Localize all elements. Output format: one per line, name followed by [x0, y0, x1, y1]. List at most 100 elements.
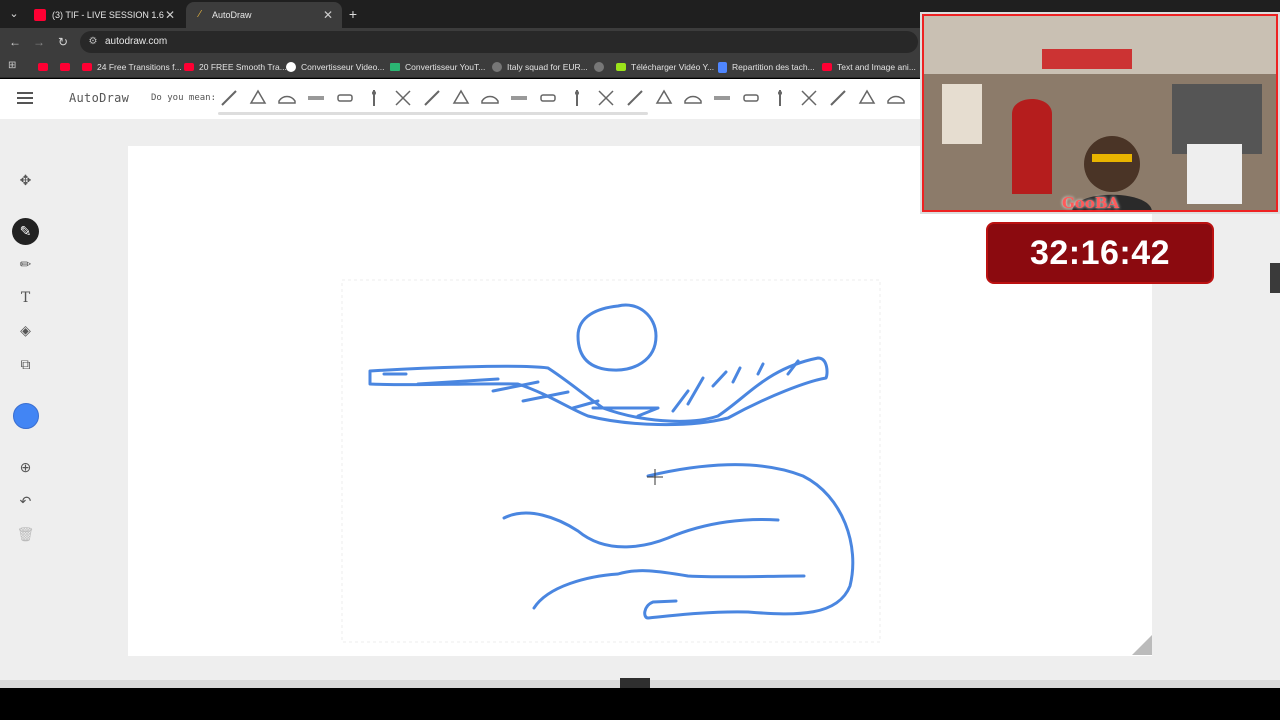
bookmark-item[interactable]: Italy squad for EUR...	[492, 59, 588, 75]
screen: ⌄ (3) TIF - LIVE SESSION 1.6 - You ✕ ⁄ A…	[0, 0, 1280, 720]
download-icon	[616, 63, 626, 71]
address-bar[interactable]: ⚙ autodraw.com	[80, 31, 918, 53]
tab-title: (3) TIF - LIVE SESSION 1.6 - You	[52, 10, 164, 20]
suggestion-item[interactable]	[392, 87, 414, 109]
suggestion-scrollbar[interactable]	[218, 112, 648, 115]
horizontal-scrollbar-thumb[interactable]	[620, 678, 650, 688]
bookmark-item[interactable]	[60, 59, 75, 75]
suggestion-item[interactable]	[566, 87, 588, 109]
suggestions-label: Do you mean:	[151, 93, 217, 103]
zoom-tool[interactable]: ⊕	[12, 454, 39, 481]
suggestion-item[interactable]	[450, 87, 472, 109]
youtube-icon	[38, 63, 48, 71]
bookmark-item[interactable]: 24 Free Transitions f...	[82, 59, 182, 75]
suggestion-item[interactable]	[334, 87, 356, 109]
bookmark-item[interactable]: Repartition des tach...	[718, 59, 815, 75]
bookmark-item[interactable]	[594, 59, 609, 75]
suggestion-item[interactable]	[711, 87, 733, 109]
site-info-icon[interactable]: ⚙	[86, 35, 100, 49]
color-tool[interactable]	[13, 403, 39, 429]
suggestion-icon	[627, 90, 643, 106]
suggestion-item[interactable]	[595, 87, 617, 109]
suggestion-icon	[372, 90, 376, 106]
suggestion-item[interactable]	[856, 87, 878, 109]
suggestion-icon	[858, 89, 876, 104]
autodraw-icon: ⁄	[199, 9, 201, 20]
suggestion-icon	[249, 89, 267, 104]
youtube-icon	[34, 9, 46, 21]
close-icon[interactable]: ✕	[322, 8, 334, 22]
suggestion-icon	[575, 90, 579, 106]
globe-icon	[492, 62, 502, 72]
forward-icon[interactable]: →	[31, 34, 47, 50]
suggestion-icon	[511, 96, 527, 100]
shape-tool[interactable]: ⧉	[12, 351, 39, 378]
tab-title: AutoDraw	[212, 10, 252, 20]
suggestion-item[interactable]	[537, 87, 559, 109]
suggestion-icon	[308, 96, 324, 100]
resize-handle[interactable]	[1132, 635, 1152, 655]
shape-icon: ⧉	[20, 356, 31, 372]
bookmark-item[interactable]: Text and Image ani...	[822, 59, 916, 75]
suggestion-item[interactable]	[305, 87, 327, 109]
suggestion-item[interactable]	[798, 87, 820, 109]
tool-bar: ✥ ✎ ✏ T ◈ ⧉ ⊕ ↶ 🗑	[0, 119, 52, 680]
suggestion-item[interactable]	[218, 87, 240, 109]
streamer-name: GooBA	[1062, 194, 1120, 212]
suggestion-item[interactable]	[885, 87, 907, 109]
suggestion-icon	[221, 90, 237, 106]
suggestion-icon	[887, 95, 905, 104]
trash-icon: 🗑	[16, 526, 35, 542]
undo-tool[interactable]: ↶	[12, 488, 39, 515]
apps-grid-icon[interactable]: ⊞	[8, 60, 20, 72]
suggestion-icon	[424, 90, 440, 106]
bookmark-item[interactable]: Convertisseur YouT...	[390, 59, 485, 75]
suggestion-icon	[655, 89, 673, 104]
move-tool[interactable]: ✥	[12, 167, 39, 194]
pencil-icon: ✏	[19, 256, 32, 272]
suggestion-icon	[540, 94, 556, 102]
suggestion-item[interactable]	[363, 87, 385, 109]
delete-tool[interactable]: 🗑	[12, 521, 39, 548]
close-icon[interactable]: ✕	[164, 8, 176, 22]
fill-tool[interactable]: ◈	[12, 317, 39, 344]
sketch-stroke-circle	[576, 303, 658, 372]
suggestion-item[interactable]	[421, 87, 443, 109]
suggestion-icon	[481, 95, 499, 104]
tab-youtube[interactable]: (3) TIF - LIVE SESSION 1.6 - You ✕	[26, 2, 184, 28]
url-text[interactable]: autodraw.com	[105, 36, 167, 47]
bookmark-item[interactable]: Convertisseur Video...	[286, 59, 384, 75]
stream-timer: 32:16:42	[986, 222, 1214, 284]
suggestion-icon	[278, 95, 296, 104]
suggestion-item[interactable]	[624, 87, 646, 109]
back-icon[interactable]: ←	[7, 34, 23, 50]
reload-icon[interactable]: ↻	[55, 34, 71, 50]
text-icon: T	[20, 289, 31, 306]
suggestion-item[interactable]	[769, 87, 791, 109]
suggestion-item[interactable]	[827, 87, 849, 109]
app-logo: AutoDraw	[69, 91, 130, 105]
suggestion-item[interactable]	[740, 87, 762, 109]
autodraw-tool[interactable]: ✎	[12, 218, 39, 245]
draw-tool[interactable]: ✏	[12, 251, 39, 278]
zoom-icon: ⊕	[19, 459, 32, 475]
tab-autodraw[interactable]: ⁄ AutoDraw ✕	[186, 2, 342, 28]
suggestion-item[interactable]	[479, 87, 501, 109]
suggestion-item[interactable]	[276, 87, 298, 109]
suggestion-item[interactable]	[682, 87, 704, 109]
bookmark-item[interactable]: Télécharger Vidéo Y...	[616, 59, 714, 75]
bookmark-item[interactable]	[38, 59, 53, 75]
suggestion-item[interactable]	[508, 87, 530, 109]
youtube-icon	[60, 63, 70, 71]
youtube-icon	[82, 63, 92, 71]
suggestion-icon	[452, 89, 470, 104]
menu-icon[interactable]	[17, 92, 33, 104]
bookmark-item[interactable]: 20 FREE Smooth Tra...	[184, 59, 287, 75]
suggestion-item[interactable]	[247, 87, 269, 109]
page-scrollbar-thumb[interactable]	[1270, 263, 1280, 293]
type-tool[interactable]: T	[12, 284, 39, 311]
new-tab-button[interactable]: +	[346, 5, 360, 23]
screen-bottom	[0, 688, 1280, 720]
suggestion-item[interactable]	[653, 87, 675, 109]
tab-search-icon[interactable]: ⌄	[6, 6, 22, 22]
